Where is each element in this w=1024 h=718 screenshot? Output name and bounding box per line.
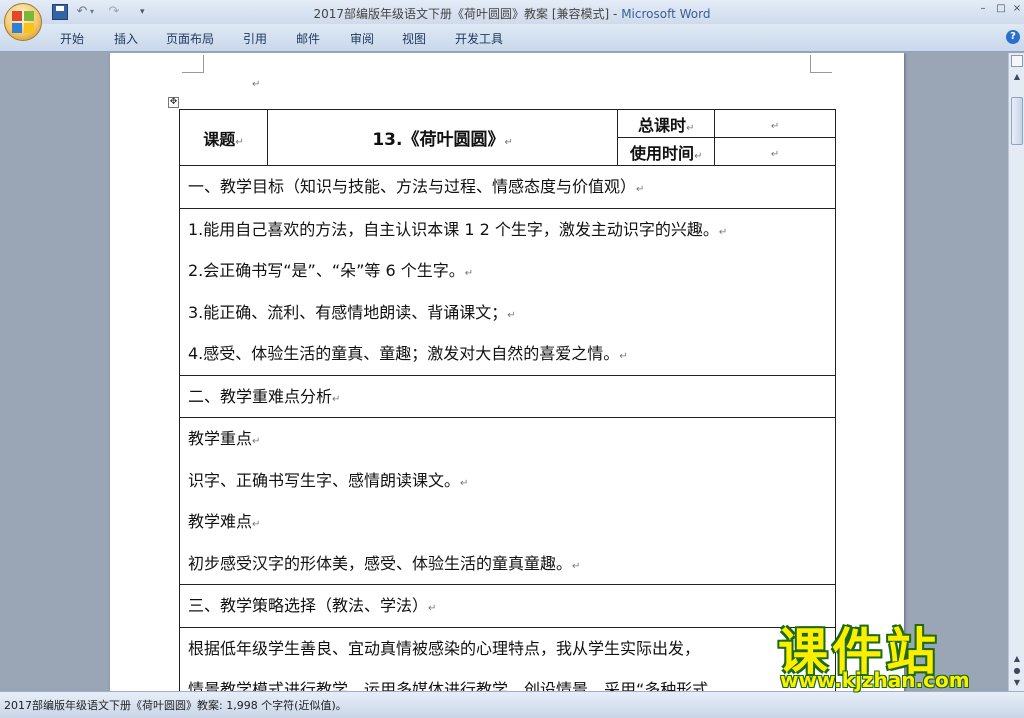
tab-developer[interactable]: 开发工具	[455, 30, 503, 47]
section-body-cell[interactable]: 根据低年级学生善良、宜动真情被感染的心理特点，我从学生实际出发， 情景教学模式进…	[179, 626, 836, 691]
margin-corner-right	[810, 55, 832, 73]
paragraph: 教学重点↵	[188, 429, 261, 448]
tab-review[interactable]: 审阅	[350, 30, 374, 47]
scroll-up-icon[interactable]: ▲	[1011, 71, 1023, 83]
usage-time-label: 使用时间	[630, 143, 695, 163]
cell-end-mark: ↵	[694, 150, 703, 162]
previous-page-icon[interactable]: ▲	[1011, 653, 1023, 665]
paragraph: 1.能用自己喜欢的方法，自主认识本课 1 2 个生字，激发主动识字的兴趣。↵	[188, 219, 728, 239]
tab-page-layout[interactable]: 页面布局	[166, 30, 214, 47]
vertical-scrollbar[interactable]: ▲ ▲ ● ▼	[1008, 53, 1024, 691]
lesson-label-cell[interactable]: 课题↵	[179, 109, 268, 166]
office-button[interactable]	[4, 3, 42, 41]
title-bar: ↶ ▾ ↷ ▾ 2017部编版年级语文下册《荷叶圆圆》教案 [兼容模式] - M…	[0, 0, 1024, 24]
paragraph: 情景教学模式进行教学，运用多媒体进行教学，创设情景，采用“多种形式	[188, 680, 709, 691]
section-heading: 一、教学目标（知识与技能、方法与过程、情感态度与价值观）↵	[188, 177, 645, 196]
lesson-title-cell[interactable]: 13.《荷叶圆圆》↵	[266, 109, 619, 166]
watermark: 课件站 www.kjzhan.com	[770, 612, 1010, 694]
tab-mailings[interactable]: 邮件	[296, 30, 320, 47]
paragraph: 3.能正确、流利、有感情地朗读、背诵课文；↵	[188, 302, 516, 322]
status-text: 2017部编版年级语文下册《荷叶圆圆》教案: 1,998 个字符(近似值)。	[4, 699, 347, 712]
table-move-handle-icon[interactable]: ✥	[168, 97, 179, 108]
maximize-button[interactable]: □	[994, 2, 1008, 16]
paragraph-mark: ↵	[252, 79, 261, 90]
cell-end-mark: ↵	[235, 136, 244, 148]
close-button[interactable]: ×	[1010, 2, 1024, 16]
app-name: Microsoft Word	[621, 7, 711, 21]
cell-end-mark: ↵	[770, 121, 780, 132]
section-body-cell[interactable]: 教学重点↵ 识字、正确书写生字、感情朗读课文。↵ 教学难点↵ 初步感受汉字的形体…	[179, 417, 836, 585]
status-bar: 2017部编版年级语文下册《荷叶圆圆》教案: 1,998 个字符(近似值)。	[0, 691, 1024, 718]
section-heading: 三、教学策略选择（教法、学法）↵	[188, 596, 437, 615]
total-hours-value-cell[interactable]: ↵	[714, 109, 836, 138]
total-hours-label: 总课时	[638, 115, 687, 135]
document-page[interactable]: ↵ ✥ 课题↵ 13.《荷叶圆圆》↵ 总课时↵ ↵ 使用时间↵ ↵ 一、教学目标…	[110, 53, 904, 691]
usage-time-label-cell[interactable]: 使用时间↵	[617, 137, 716, 166]
browse-object-icon[interactable]: ●	[1011, 665, 1023, 677]
window-title: 2017部编版年级语文下册《荷叶圆圆》教案 [兼容模式] - Microsoft…	[0, 5, 1024, 22]
minimize-button[interactable]: –	[976, 2, 990, 16]
total-hours-label-cell[interactable]: 总课时↵	[617, 109, 716, 138]
section-heading-cell[interactable]: 三、教学策略选择（教法、学法）↵	[179, 584, 836, 628]
paragraph: 识字、正确书写生字、感情朗读课文。↵	[188, 470, 469, 490]
ruler-toggle-icon[interactable]	[1011, 55, 1023, 67]
paragraph: 初步感受汉字的形体美，感受、体验生活的童真童趣。↵	[188, 553, 581, 573]
watermark-url: www.kjzhan.com	[780, 668, 970, 692]
document-title: 2017部编版年级语文下册《荷叶圆圆》教案 [兼容模式] -	[313, 7, 622, 21]
tab-references[interactable]: 引用	[243, 30, 267, 47]
margin-corner-left	[182, 55, 204, 73]
section-heading-cell[interactable]: 一、教学目标（知识与技能、方法与过程、情感态度与价值观）↵	[179, 165, 836, 209]
lesson-label: 课题	[203, 129, 236, 149]
paragraph: 4.感受、体验生活的童真、童趣；激发对大自然的喜爱之情。↵	[188, 344, 628, 363]
cell-end-mark: ↵	[770, 149, 780, 160]
section-heading: 二、教学重难点分析↵	[188, 386, 341, 406]
cell-end-mark: ↵	[686, 122, 695, 134]
usage-time-value-cell[interactable]: ↵	[714, 137, 836, 166]
office-logo-icon	[12, 11, 34, 33]
paragraph: 教学难点↵	[188, 512, 261, 531]
tab-insert[interactable]: 插入	[114, 30, 138, 47]
paragraph: 2.会正确书写“是”、“朵”等 6 个生字。↵	[188, 261, 474, 280]
lesson-title: 13.《荷叶圆圆》	[372, 130, 505, 150]
cell-end-mark: ↵	[504, 137, 513, 148]
lesson-plan-table: 课题↵ 13.《荷叶圆圆》↵ 总课时↵ ↵ 使用时间↵ ↵ 一、教学目标（知识与…	[179, 109, 836, 691]
help-icon[interactable]: ?	[1006, 30, 1020, 44]
section-heading-cell[interactable]: 二、教学重难点分析↵	[179, 374, 836, 418]
document-area: ↵ ✥ 课题↵ 13.《荷叶圆圆》↵ 总课时↵ ↵ 使用时间↵ ↵ 一、教学目标…	[0, 53, 1008, 691]
section-body-cell[interactable]: 1.能用自己喜欢的方法，自主认识本课 1 2 个生字，激发主动识字的兴趣。↵ 2…	[179, 207, 836, 376]
tab-view[interactable]: 视图	[402, 30, 426, 47]
next-page-icon[interactable]: ▼	[1011, 677, 1023, 689]
paragraph: 根据低年级学生善良、宜动真情被感染的心理特点，我从学生实际出发，	[188, 638, 701, 658]
tab-home[interactable]: 开始	[60, 30, 84, 47]
ribbon-tabs: 开始 插入 页面布局 引用 邮件 审阅 视图 开发工具	[0, 24, 1024, 52]
scroll-thumb[interactable]	[1011, 97, 1023, 145]
